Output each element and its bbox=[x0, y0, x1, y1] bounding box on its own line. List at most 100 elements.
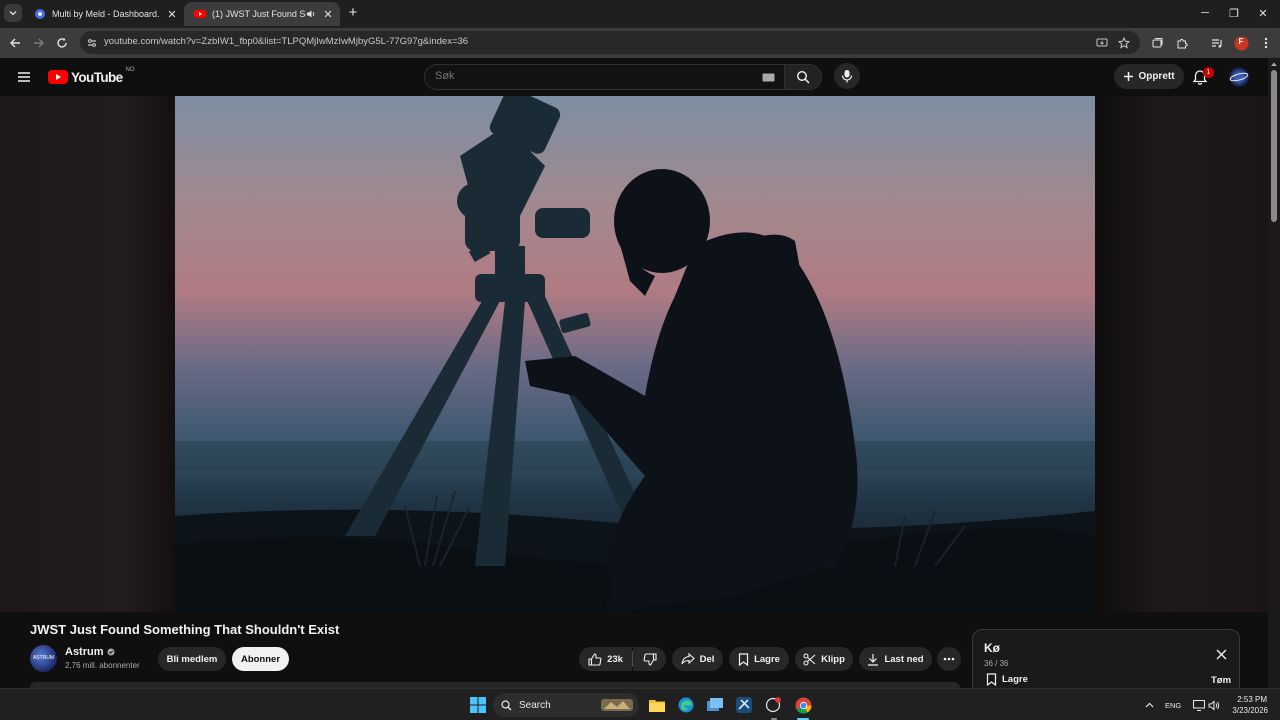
youtube-play-logo-icon bbox=[48, 70, 68, 84]
queue-panel: Kø 36 / 36 Lagre Tøm bbox=[972, 629, 1240, 691]
arrow-left-icon bbox=[10, 38, 20, 48]
create-label: Opprett bbox=[1138, 71, 1175, 82]
like-count: 23k bbox=[607, 653, 623, 665]
scissors-icon bbox=[803, 652, 816, 666]
queue-clear-button[interactable]: Tøm bbox=[1211, 675, 1231, 686]
taskbar-app-window[interactable] bbox=[706, 696, 724, 714]
chrome-app[interactable] bbox=[794, 696, 812, 714]
youtube-logo[interactable]: YouTube NO bbox=[48, 67, 135, 86]
logo-wordmark: YouTube bbox=[71, 69, 123, 85]
extension-toolbar-icon[interactable] bbox=[1148, 34, 1166, 52]
reload-button[interactable] bbox=[53, 34, 71, 52]
profile-initial: F bbox=[1238, 37, 1244, 46]
chevron-down-icon bbox=[9, 11, 17, 16]
queue-title: Kø bbox=[984, 641, 1000, 655]
extensions-button[interactable] bbox=[1173, 34, 1191, 52]
channel-avatar-text: ASTRUM bbox=[32, 655, 55, 661]
site-info-icon[interactable] bbox=[86, 37, 98, 49]
save-button[interactable]: Lagre bbox=[729, 647, 789, 671]
taskbar-app-image[interactable] bbox=[735, 696, 753, 714]
clock-time[interactable]: 2:53 PM bbox=[1231, 695, 1267, 704]
download-button[interactable]: Last ned bbox=[859, 647, 932, 671]
video-title: JWST Just Found Something That Shouldn't… bbox=[30, 622, 340, 637]
clock-date[interactable]: 3/23/2026 bbox=[1222, 706, 1268, 715]
taskbar-app-notify[interactable] bbox=[764, 696, 782, 714]
channel-name-row[interactable]: Astrum bbox=[65, 646, 115, 658]
forward-button[interactable] bbox=[30, 34, 48, 52]
taskbar-search-label: Search bbox=[519, 699, 551, 711]
address-bar[interactable]: youtube.com/watch?v=ZzbIW1_fbp0&list=TLP… bbox=[80, 31, 1140, 54]
show-hidden-icons-button[interactable] bbox=[1140, 696, 1158, 714]
join-button[interactable]: Bli medlem bbox=[158, 647, 226, 671]
keyboard-icon[interactable] bbox=[762, 73, 775, 82]
dislike-button[interactable] bbox=[633, 647, 666, 671]
search-button[interactable] bbox=[784, 64, 822, 90]
more-actions-button[interactable] bbox=[937, 647, 961, 671]
youtube-header: YouTube NO Opprett 1 bbox=[0, 58, 1268, 96]
start-button[interactable] bbox=[469, 696, 487, 714]
install-app-icon[interactable] bbox=[1096, 37, 1108, 49]
more-vertical-icon bbox=[1264, 37, 1268, 49]
like-button[interactable]: 23k bbox=[579, 647, 632, 671]
share-arrow-icon bbox=[681, 653, 695, 665]
clip-label: Klipp bbox=[821, 653, 845, 665]
download-label: Last ned bbox=[884, 653, 924, 665]
subscribe-button[interactable]: Abonner bbox=[232, 647, 289, 671]
tab-title: (1) JWST Just Found Someth bbox=[212, 9, 306, 19]
chevron-up-icon bbox=[1145, 702, 1153, 708]
browser-tab-youtube[interactable]: (1) JWST Just Found Someth ✕ bbox=[184, 2, 340, 26]
arrow-right-icon bbox=[34, 38, 44, 48]
close-tab-icon[interactable]: ✕ bbox=[320, 6, 336, 22]
snipping-tool-icon bbox=[736, 697, 752, 713]
channel-name[interactable]: Astrum bbox=[65, 646, 104, 658]
close-tab-icon[interactable]: ✕ bbox=[164, 6, 180, 22]
video-player[interactable] bbox=[175, 96, 1095, 612]
hamburger-menu-icon bbox=[18, 72, 30, 82]
account-avatar[interactable] bbox=[1229, 67, 1249, 87]
folder-icon bbox=[649, 700, 665, 712]
region-code: NO bbox=[125, 67, 135, 73]
search-input[interactable] bbox=[435, 70, 735, 82]
edge-browser-icon bbox=[678, 697, 694, 713]
verified-check-icon bbox=[107, 648, 115, 656]
windows-logo-icon bbox=[470, 697, 486, 713]
browser-tab-strip: Multi by Meld - Dashboard. ✕ (1) JWST Ju… bbox=[0, 0, 1280, 28]
clip-button[interactable]: Klipp bbox=[795, 647, 853, 671]
bookmark-star-icon[interactable] bbox=[1118, 37, 1130, 49]
volume-tray-icon[interactable] bbox=[1205, 696, 1223, 714]
media-controls-button[interactable] bbox=[1208, 34, 1226, 52]
back-button[interactable] bbox=[6, 34, 24, 52]
create-button[interactable]: Opprett bbox=[1114, 64, 1184, 89]
edge-app[interactable] bbox=[677, 696, 695, 714]
video-frame-silhouette-telescope bbox=[175, 96, 1095, 612]
browser-toolbar: youtube.com/watch?v=ZzbIW1_fbp0&list=TLP… bbox=[0, 28, 1280, 58]
chrome-menu-button[interactable] bbox=[1257, 34, 1275, 52]
tab-search-button[interactable] bbox=[4, 4, 22, 22]
share-button[interactable]: Del bbox=[672, 647, 723, 671]
minimize-button[interactable]: ─ bbox=[1190, 4, 1220, 22]
input-language[interactable]: ENG bbox=[1165, 701, 1181, 710]
browser-tab-meld[interactable]: Multi by Meld - Dashboard. ✕ bbox=[24, 2, 184, 26]
search-icon bbox=[501, 699, 512, 710]
playlist-music-icon bbox=[1212, 39, 1222, 48]
more-horizontal-icon bbox=[943, 657, 955, 661]
queue-save-button[interactable]: Lagre bbox=[986, 673, 1028, 686]
speaker-icon[interactable] bbox=[306, 9, 316, 19]
url-text: youtube.com/watch?v=ZzbIW1_fbp0&list=TLP… bbox=[104, 36, 469, 47]
file-explorer-app[interactable] bbox=[648, 696, 666, 714]
microphone-icon bbox=[841, 70, 853, 83]
profile-button[interactable]: F bbox=[1232, 34, 1250, 52]
new-tab-button[interactable]: + bbox=[345, 5, 361, 21]
channel-avatar[interactable]: ASTRUM bbox=[30, 645, 57, 672]
page-scrollbar[interactable] bbox=[1268, 58, 1280, 688]
guide-menu-button[interactable] bbox=[15, 69, 33, 85]
queue-close-button[interactable] bbox=[1213, 646, 1229, 662]
layers-icon bbox=[1152, 38, 1163, 48]
scrollbar-thumb[interactable] bbox=[1271, 70, 1277, 222]
voice-search-button[interactable] bbox=[834, 63, 860, 89]
taskbar-search[interactable]: Search bbox=[493, 693, 639, 717]
search-box[interactable] bbox=[424, 64, 784, 90]
restore-button[interactable]: ❐ bbox=[1219, 4, 1249, 22]
scroll-up-arrow-icon[interactable] bbox=[1268, 60, 1280, 68]
close-window-button[interactable]: ✕ bbox=[1248, 4, 1278, 22]
